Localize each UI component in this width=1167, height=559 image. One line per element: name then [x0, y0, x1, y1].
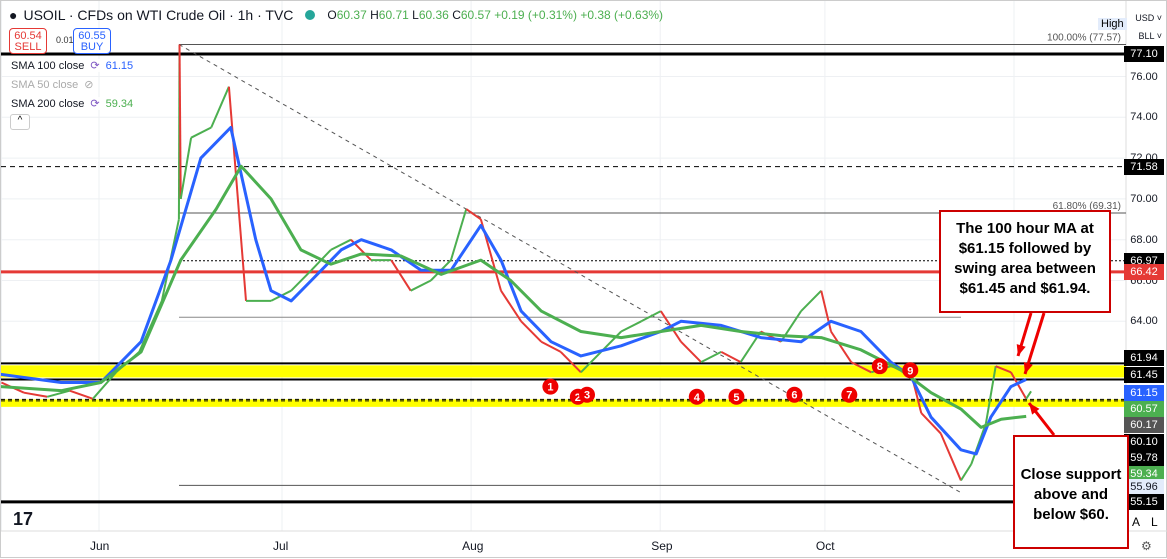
price-segment — [69, 389, 94, 400]
price-label: 55.96 — [1124, 478, 1164, 495]
tradingview-logo: 17 — [13, 509, 34, 529]
price-segment — [620, 320, 642, 333]
y-tick: 68.00 — [1130, 233, 1158, 246]
price-segment — [960, 463, 973, 481]
x-tick: Jul — [273, 539, 289, 553]
refresh-icon: ⟳ — [90, 60, 100, 72]
chart-header: ● USOIL · CFDs on WTI Crude Oil · 1h · T… — [9, 7, 663, 23]
sma200-legend[interactable]: SMA 200 close ⟳ 59.34 — [11, 97, 134, 110]
trendline — [178, 44, 962, 494]
price-label: 60.10 — [1124, 433, 1164, 450]
high-label: High — [1098, 18, 1127, 30]
price-segment — [179, 137, 193, 200]
auto-scale-button[interactable]: A — [1132, 515, 1140, 529]
symbol-title[interactable]: USOIL · CFDs on WTI Crude Oil · 1h · TVC — [23, 7, 293, 23]
price-segment — [410, 279, 432, 292]
marker-label: 6 — [791, 390, 797, 402]
price-segment — [330, 238, 352, 251]
market-status-icon — [305, 10, 316, 20]
refresh-icon: ⟳ — [90, 98, 100, 110]
ohlc-values: O60.37 H60.71 L60.36 C60.57 +0.19 (+0.31… — [327, 8, 664, 22]
arrow-61-45-head — [1016, 344, 1026, 356]
price-segment — [465, 208, 482, 221]
price-label: 77.10 — [1124, 46, 1164, 63]
price-segment — [1025, 390, 1032, 400]
price-segment — [520, 320, 542, 343]
price-segment — [970, 422, 987, 465]
y-tick: 70.00 — [1130, 192, 1158, 205]
marker-label: 4 — [694, 392, 701, 404]
price-segment — [390, 259, 412, 292]
spread-value: 0.01 — [56, 35, 74, 45]
sma100-legend[interactable]: SMA 100 close ⟳ 61.15 — [11, 59, 134, 72]
y-tick: 64.00 — [1130, 315, 1158, 328]
price-label: 55.15 — [1124, 493, 1164, 510]
price-label: 60.57 — [1124, 401, 1164, 418]
price-label: 60.17 — [1124, 417, 1164, 434]
buy-button[interactable]: 60.55 BUY — [73, 28, 111, 54]
fib-label: 100.00% (77.57) — [1047, 32, 1121, 43]
oil-drop-icon: ● — [9, 7, 18, 23]
marker-label: 7 — [846, 390, 852, 402]
marker-label: 1 — [547, 382, 553, 394]
price-segment — [800, 289, 822, 312]
series-sma-200-close — [1, 164, 1027, 429]
marker-label: 3 — [584, 390, 590, 402]
price-segment — [720, 351, 742, 363]
sell-button[interactable]: 60.54 SELL — [9, 28, 47, 54]
price-label: 66.42 — [1124, 263, 1164, 280]
price-label: 71.58 — [1124, 158, 1164, 175]
collapse-legend-button[interactable]: ^ — [10, 114, 30, 130]
marker-label: 9 — [907, 365, 913, 377]
log-scale-button[interactable]: L — [1151, 515, 1158, 529]
marker-label: 5 — [733, 392, 739, 404]
y-tick: 76.00 — [1130, 70, 1158, 83]
price-segment — [680, 340, 702, 363]
currency-select[interactable]: USD ˅ — [1135, 13, 1162, 23]
x-tick: Sep — [651, 539, 673, 553]
settings-icon[interactable]: ⚙ — [1141, 539, 1152, 553]
price-label: 61.94 — [1124, 350, 1164, 367]
x-tick: Aug — [462, 539, 484, 553]
y-tick: 74.00 — [1130, 111, 1158, 124]
marker-label: 8 — [877, 361, 883, 373]
unit-select[interactable]: BLL ˅ — [1139, 31, 1162, 41]
annotation-support-box: Close support above and below $60. — [1013, 435, 1129, 549]
price-label: 61.15 — [1124, 384, 1164, 401]
sma50-legend[interactable]: SMA 50 close ⊘ — [11, 78, 94, 91]
annotation-ma-box: The 100 hour MA at $61.15 followed by sw… — [939, 210, 1111, 313]
price-label: 59.78 — [1124, 449, 1164, 466]
x-tick: Jun — [90, 539, 110, 553]
x-tick: Oct — [815, 539, 835, 553]
swing-band — [1, 365, 1126, 378]
eye-hidden-icon: ⊘ — [84, 79, 94, 91]
price-segment — [700, 351, 722, 363]
price-segment — [640, 310, 662, 323]
price-segment — [190, 126, 212, 139]
price-label: 61.45 — [1124, 367, 1164, 384]
price-segment — [210, 86, 230, 128]
price-segment — [23, 391, 48, 398]
price-segment — [178, 44, 182, 199]
